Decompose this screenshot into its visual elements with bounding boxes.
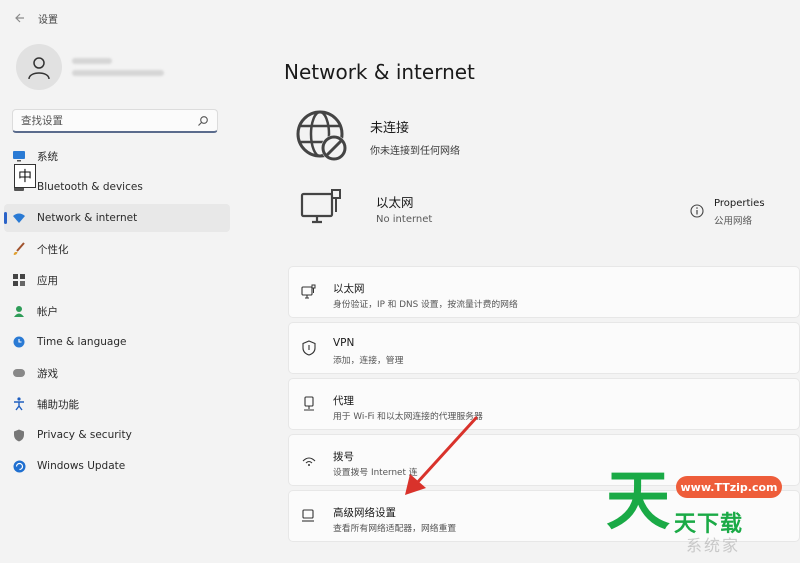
sidebar-item-accounts[interactable]: 帐户 bbox=[4, 297, 230, 325]
sidebar-item-label: Network & internet bbox=[37, 212, 138, 224]
person-icon bbox=[28, 57, 50, 80]
watermark-faint: 系统家 bbox=[686, 536, 741, 555]
card-subtitle: 身份验证，IP 和 DNS 设置，按流量计费的网络 bbox=[333, 300, 518, 310]
info-icon bbox=[690, 204, 704, 218]
sidebar-item-label: 游戏 bbox=[37, 367, 58, 380]
card-subtitle: 查看所有网络适配器，网络重置 bbox=[333, 524, 457, 534]
sidebar-item-gaming[interactable]: 游戏 bbox=[4, 359, 230, 387]
search-box[interactable] bbox=[12, 109, 218, 133]
apps-grid-icon bbox=[12, 273, 26, 287]
sidebar-item-system[interactable]: 系统 bbox=[4, 142, 230, 170]
card-title: 以太网 bbox=[333, 283, 365, 295]
ethernet-title: 以太网 bbox=[376, 195, 414, 210]
watermark: 天 www.TTzip.com 天下载 系统家 bbox=[606, 470, 800, 563]
wifi-icon bbox=[12, 211, 26, 225]
properties-title: Properties bbox=[714, 198, 765, 209]
connection-status: 未连接 你未连接到任何网络 bbox=[294, 108, 460, 166]
sidebar-item-privacy[interactable]: Privacy & security bbox=[4, 421, 230, 449]
properties-subtitle: 公用网络 bbox=[714, 216, 753, 227]
ethernet-status: 以太网 No internet Properties 公用网络 bbox=[300, 188, 790, 238]
globe-disconnected-icon bbox=[296, 110, 347, 161]
globe-clock-icon bbox=[12, 335, 26, 349]
ime-indicator[interactable]: 中 bbox=[14, 164, 36, 188]
sidebar-item-windows-update[interactable]: Windows Update bbox=[4, 452, 230, 480]
app-title: 设置 bbox=[38, 14, 58, 26]
card-vpn[interactable]: VPN 添加，连接，管理 bbox=[288, 322, 800, 374]
monitor-icon bbox=[12, 149, 26, 163]
profile-text-blurred bbox=[72, 58, 164, 76]
avatar bbox=[16, 44, 62, 90]
status-subtitle: 你未连接到任何网络 bbox=[370, 146, 460, 157]
sidebar-item-label: 辅助功能 bbox=[37, 398, 79, 411]
vpn-shield-icon bbox=[302, 340, 316, 356]
sidebar-item-label: Privacy & security bbox=[37, 429, 132, 441]
user-profile[interactable] bbox=[16, 44, 164, 90]
card-subtitle: 添加，连接，管理 bbox=[333, 356, 404, 366]
accessibility-icon bbox=[12, 397, 26, 411]
title-bar: 设置 bbox=[0, 0, 800, 36]
sidebar-item-label: 个性化 bbox=[37, 243, 69, 256]
sidebar-item-label: 帐户 bbox=[37, 305, 58, 318]
properties-link[interactable]: Properties 公用网络 bbox=[690, 198, 765, 227]
sidebar-item-label: 应用 bbox=[37, 274, 58, 287]
profile-name-blurred bbox=[72, 58, 112, 64]
ethernet-pc-icon bbox=[300, 189, 341, 224]
back-arrow-icon[interactable] bbox=[12, 11, 26, 25]
brush-icon bbox=[12, 242, 26, 256]
proxy-icon bbox=[304, 396, 314, 411]
status-title: 未连接 bbox=[370, 121, 410, 136]
card-subtitle: 用于 Wi-Fi 和以太网连接的代理服务器 bbox=[333, 412, 483, 422]
search-icon[interactable] bbox=[197, 115, 209, 127]
sidebar-item-label: Time & language bbox=[37, 336, 127, 348]
profile-email-blurred bbox=[72, 70, 164, 76]
sidebar-item-label: Bluetooth & devices bbox=[37, 181, 143, 193]
card-title: VPN bbox=[333, 337, 355, 349]
sidebar-nav: 系统 Bluetooth & devices Network & interne… bbox=[4, 142, 230, 483]
card-ethernet[interactable]: 以太网 身份验证，IP 和 DNS 设置，按流量计费的网络 bbox=[288, 266, 800, 318]
ethernet-subtitle: No internet bbox=[376, 214, 433, 225]
sidebar-item-accessibility[interactable]: 辅助功能 bbox=[4, 390, 230, 418]
card-proxy[interactable]: 代理 用于 Wi-Fi 和以太网连接的代理服务器 bbox=[288, 378, 800, 430]
sidebar: 系统 Bluetooth & devices Network & interne… bbox=[0, 36, 240, 563]
watermark-big-char: 天 bbox=[606, 465, 670, 539]
sidebar-item-time-language[interactable]: Time & language bbox=[4, 328, 230, 356]
page-title: Network & internet bbox=[284, 60, 475, 84]
gamepad-icon bbox=[12, 366, 26, 380]
shield-icon bbox=[12, 428, 26, 442]
card-title: 高级网络设置 bbox=[333, 507, 396, 519]
sidebar-item-bluetooth[interactable]: Bluetooth & devices bbox=[4, 173, 230, 201]
card-title: 拨号 bbox=[333, 451, 354, 463]
sidebar-item-personalization[interactable]: 个性化 bbox=[4, 235, 230, 263]
update-icon bbox=[12, 459, 26, 473]
watermark-url: www.TTzip.com bbox=[676, 476, 782, 498]
ethernet-icon bbox=[301, 284, 316, 299]
search-input[interactable] bbox=[21, 114, 197, 127]
sidebar-item-label: Windows Update bbox=[37, 460, 126, 472]
dialup-icon bbox=[302, 457, 316, 466]
network-adapter-icon bbox=[302, 509, 314, 522]
sidebar-item-label: 系统 bbox=[37, 150, 58, 163]
sidebar-item-network[interactable]: Network & internet bbox=[4, 204, 230, 232]
account-icon bbox=[12, 304, 26, 318]
card-title: 代理 bbox=[333, 395, 354, 407]
sidebar-item-apps[interactable]: 应用 bbox=[4, 266, 230, 294]
card-subtitle: 设置拨号 Internet 连 bbox=[333, 468, 418, 478]
